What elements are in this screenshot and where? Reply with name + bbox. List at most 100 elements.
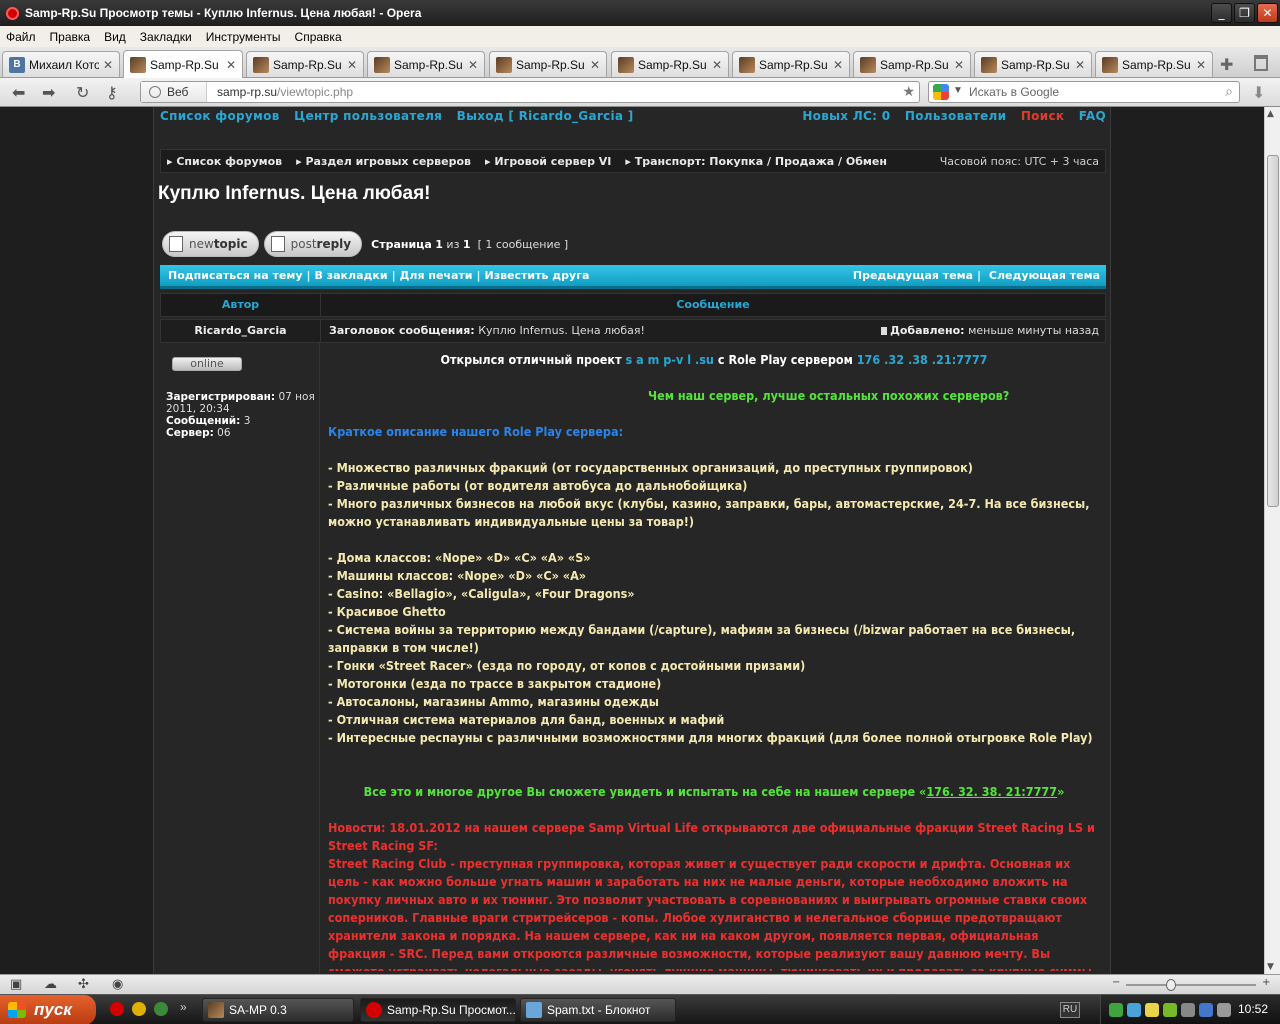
close-tab-icon[interactable]: ✕ (833, 58, 843, 72)
quicklaunch-icon[interactable] (154, 1002, 168, 1016)
tray-icon[interactable] (1217, 1003, 1231, 1017)
tab-forum[interactable]: Samp-Rp.Su H... ✕ (489, 51, 607, 77)
breadcrumb-item[interactable]: ▸ Транспорт: Покупка / Продажа / Обмен (625, 155, 887, 168)
server-ip-link[interactable]: 176. 32. 38. 21:7777 (926, 784, 1057, 799)
google-icon[interactable] (933, 84, 949, 100)
bookmark-star-icon[interactable]: ★ (902, 83, 915, 100)
tray-icon[interactable] (1181, 1003, 1195, 1017)
key-icon[interactable]: ⚷ (106, 83, 118, 102)
breadcrumb-item[interactable]: ▸ Список форумов (167, 155, 282, 168)
link-members[interactable]: Пользователи (905, 109, 1006, 123)
close-tab-icon[interactable]: ✕ (103, 58, 113, 72)
tab-forum[interactable]: Samp-Rp.Su ... ✕ (1095, 51, 1213, 77)
panel-toggle-icon[interactable]: ▣ (10, 977, 22, 992)
close-tab-icon[interactable]: ✕ (954, 58, 964, 72)
close-tab-icon[interactable]: ✕ (1196, 58, 1206, 72)
start-button[interactable]: пуск (0, 995, 96, 1024)
link-forum-list[interactable]: Список форумов (160, 109, 280, 123)
close-tab-icon[interactable]: ✕ (712, 58, 722, 72)
menu-tools[interactable]: Инструменты (206, 30, 281, 44)
scroll-down-icon[interactable]: ▼ (1267, 962, 1274, 972)
download-icon[interactable]: ⬇ (1252, 83, 1265, 102)
link-user-center[interactable]: Центр пользователя (294, 109, 442, 123)
minimize-button[interactable]: _ (1211, 3, 1232, 23)
close-tab-icon[interactable]: ✕ (226, 58, 236, 72)
site-link[interactable]: s a m p-v l .su (626, 352, 714, 367)
language-indicator[interactable]: RU (1060, 1002, 1080, 1018)
menu-edit[interactable]: Правка (50, 30, 91, 44)
link-search[interactable]: Поиск (1021, 109, 1064, 123)
speed-dial-icon[interactable]: ◉ (112, 977, 123, 992)
bookmark-link[interactable]: В закладки (315, 269, 388, 282)
post-reply-button[interactable]: post reply (263, 231, 363, 257)
address-bar[interactable]: Веб samp-rp.su/viewtopic.php ★ (140, 81, 920, 103)
breadcrumb-item[interactable]: ▸ Игровой сервер VI (485, 155, 611, 168)
cloud-icon[interactable]: ☁ (44, 977, 57, 992)
scroll-up-icon[interactable]: ▲ (1267, 109, 1274, 119)
scrollbar-thumb[interactable] (1267, 155, 1279, 507)
chevron-down-icon[interactable]: ▼ (953, 85, 963, 96)
back-arrow-icon[interactable]: ⬅ (12, 83, 25, 102)
quicklaunch-icon[interactable] (132, 1002, 146, 1016)
system-tray: 10:52 (1100, 995, 1280, 1024)
tab-forum-active[interactable]: Samp-Rp.Su П... ✕ (123, 50, 243, 78)
tab-forum[interactable]: Samp-Rp.Su H... ✕ (367, 51, 485, 77)
tab-forum[interactable]: Samp-Rp.Su H... ✕ (246, 51, 364, 77)
server-ip-link[interactable]: 176 .32 .38 .21:7777 (857, 352, 988, 367)
close-tab-icon[interactable]: ✕ (347, 58, 357, 72)
tab-forum[interactable]: Samp-Rp.Su ... ✕ (974, 51, 1092, 77)
next-topic-link[interactable]: Следующая тема (989, 269, 1100, 282)
close-tab-icon[interactable]: ✕ (468, 58, 478, 72)
new-tab-icon[interactable]: ✚ (1220, 55, 1233, 74)
zoom-out-icon[interactable]: − (1112, 977, 1120, 988)
taskbar-item-notepad[interactable]: Spam.txt - Блокнот (520, 998, 676, 1022)
close-tab-icon[interactable]: ✕ (590, 58, 600, 72)
tray-icon[interactable] (1145, 1003, 1159, 1017)
taskbar-item-samp[interactable]: SA-MP 0.3 (202, 998, 354, 1022)
notify-friend-link[interactable]: Известить друга (485, 269, 590, 282)
tab-vk[interactable]: В Михаил Котов ✕ (2, 51, 120, 77)
menu-help[interactable]: Справка (295, 30, 342, 44)
opera-quicklaunch-icon[interactable] (110, 1002, 124, 1016)
post-link-icon[interactable] (881, 327, 888, 335)
share-icon[interactable]: ✣ (78, 977, 89, 992)
print-link[interactable]: Для печати (400, 269, 473, 282)
zoom-knob[interactable] (1166, 979, 1176, 991)
zoom-in-icon[interactable]: + (1262, 977, 1270, 988)
close-tab-icon[interactable]: ✕ (1075, 58, 1085, 72)
subscribe-link[interactable]: Подписаться на тему (168, 269, 303, 282)
link-logout[interactable]: Выход [ Ricardo_Garcia ] (457, 109, 634, 123)
link-faq[interactable]: FAQ (1079, 109, 1106, 123)
reload-icon[interactable]: ↻ (76, 83, 89, 102)
trash-icon[interactable] (1254, 55, 1268, 71)
new-topic-button[interactable]: new topic (162, 231, 259, 257)
volume-icon[interactable] (1199, 1003, 1213, 1017)
status-badge: online (172, 357, 242, 371)
menu-view[interactable]: Вид (104, 30, 126, 44)
search-icon[interactable]: ⌕ (1225, 83, 1233, 100)
nvidia-icon[interactable] (1163, 1003, 1177, 1017)
tab-forum[interactable]: Samp-Rp.Su ... ✕ (732, 51, 850, 77)
post-line: Краткое описание нашего Role Play сервер… (328, 424, 624, 439)
zoom-slider[interactable]: − + (1106, 977, 1276, 992)
link-new-pm[interactable]: Новых ЛС: 0 (802, 109, 890, 123)
restore-button[interactable]: ❐ (1234, 3, 1255, 23)
close-window-button[interactable]: ✕ (1257, 3, 1278, 23)
chevron-right-icon[interactable]: » (180, 1000, 187, 1014)
post-author[interactable]: Ricardo_Garcia (161, 320, 321, 342)
taskbar-item-opera[interactable]: Samp-Rp.Su Просмот... (360, 998, 516, 1022)
url-text[interactable]: samp-rp.su/viewtopic.php (217, 85, 353, 99)
tray-icon[interactable] (1127, 1003, 1141, 1017)
menu-bookmarks[interactable]: Закладки (140, 30, 192, 44)
post-buttons: new topic post reply Страница 1 из 1 [ 1 с… (162, 230, 568, 258)
search-input[interactable]: ▼ Искать в Google ⌕ (928, 81, 1240, 103)
breadcrumb-item[interactable]: ▸ Раздел игровых серверов (296, 155, 471, 168)
forward-arrow-icon[interactable]: ➡ (42, 83, 55, 102)
menu-file[interactable]: Файл (6, 30, 36, 44)
prev-topic-link[interactable]: Предыдущая тема (853, 269, 973, 282)
tray-icon[interactable] (1109, 1003, 1123, 1017)
tab-forum[interactable]: Samp-Rp.Su ... ✕ (611, 51, 729, 77)
tab-forum[interactable]: Samp-Rp.Su ... ✕ (853, 51, 971, 77)
vertical-scrollbar[interactable]: ▲ ▼ (1264, 107, 1280, 974)
web-badge[interactable]: Веб (141, 82, 207, 102)
